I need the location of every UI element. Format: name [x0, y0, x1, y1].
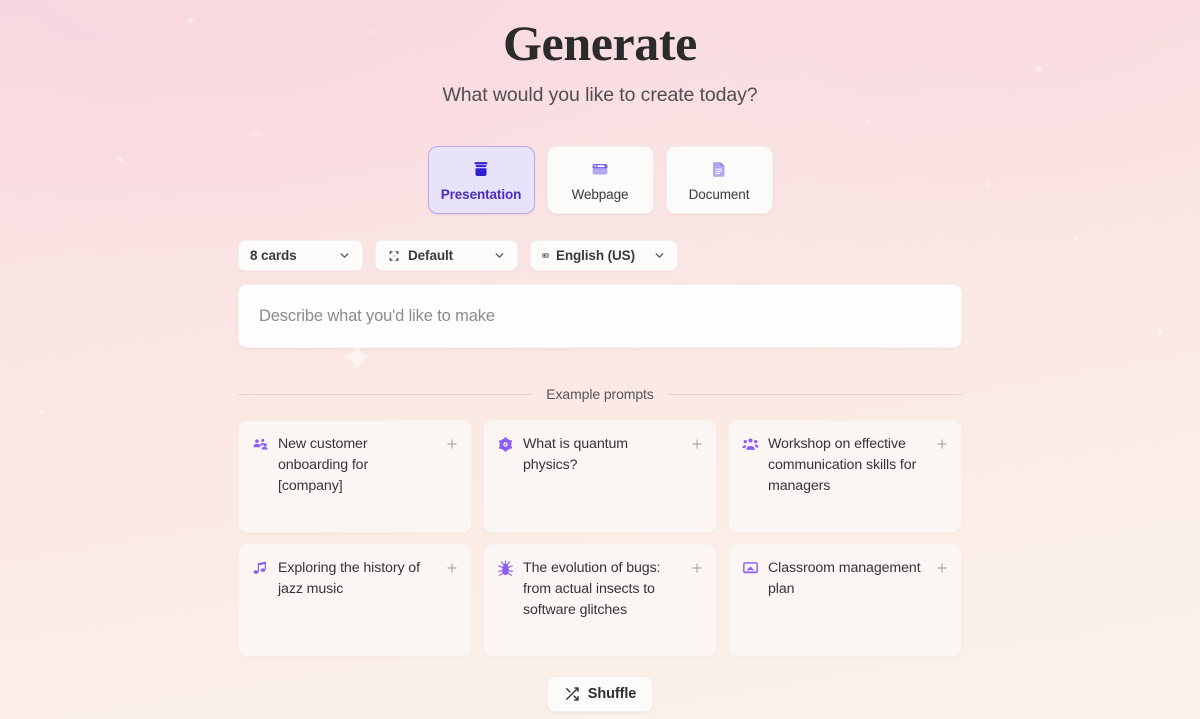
shuffle-icon [565, 687, 579, 701]
format-option-document[interactable]: Document [665, 146, 773, 214]
chevron-down-icon [495, 253, 504, 258]
language-dropdown[interactable]: English (US) [530, 240, 678, 271]
format-selector: Presentation Webpage Document [427, 146, 773, 214]
example-prompt-text: The evolution of bugs: from actual insec… [523, 560, 661, 618]
sparkle-decoration [40, 410, 44, 414]
theme-value: Default [408, 248, 454, 263]
bug-icon [497, 560, 514, 577]
shuffle-row: Shuffle [238, 676, 962, 712]
prompt-input[interactable]: Describe what you'd like to make [238, 284, 962, 348]
example-prompt-text: What is quantum physics? [523, 436, 628, 473]
add-prompt-icon[interactable] [690, 437, 704, 451]
example-prompt-card[interactable]: Exploring the history of jazz music [238, 544, 472, 657]
music-note-icon [252, 560, 269, 577]
page-subtitle: What would you like to create today? [442, 84, 758, 106]
format-option-label: Webpage [571, 187, 629, 202]
prompt-placeholder: Describe what you'd like to make [259, 306, 495, 325]
page-title: Generate [503, 15, 697, 71]
sparkle-decoration [188, 18, 193, 23]
example-prompt-text: Exploring the history of jazz music [278, 560, 420, 597]
sparkle-decoration [1074, 236, 1078, 240]
shuffle-label: Shuffle [587, 686, 637, 702]
divider-line-left [238, 393, 533, 395]
add-prompt-icon[interactable] [935, 561, 949, 575]
card-count-value: 8 cards [250, 248, 297, 263]
users-group-icon [742, 436, 759, 453]
presentation-screen-icon [742, 560, 759, 577]
sparkle-decoration [1158, 330, 1163, 335]
options-bar: 8 cards Default English (US) [238, 240, 962, 271]
example-prompt-text: Classroom management plan [768, 560, 921, 597]
theme-brackets-icon [389, 250, 399, 261]
sparkle-decoration [118, 157, 123, 162]
example-prompt-card[interactable]: Workshop on effective communication skil… [728, 420, 962, 533]
add-prompt-icon[interactable] [690, 561, 704, 575]
add-prompt-icon[interactable] [445, 561, 459, 575]
format-option-webpage[interactable]: Webpage [546, 146, 654, 214]
users-group-icon [252, 436, 269, 453]
format-option-label: Document [688, 187, 750, 202]
presentation-icon [470, 158, 492, 180]
example-prompt-card[interactable]: New customer onboarding for [company] [238, 420, 472, 533]
add-prompt-icon[interactable] [935, 437, 949, 451]
language-value: English (US) [555, 248, 635, 263]
example-prompt-card[interactable]: Classroom management plan [728, 544, 962, 657]
add-prompt-icon[interactable] [445, 437, 459, 451]
example-prompt-card[interactable]: The evolution of bugs: from actual insec… [483, 544, 717, 657]
example-prompts-grid-row2: Exploring the history of jazz music The … [238, 544, 962, 657]
sparkle-decoration [1036, 66, 1042, 72]
example-prompt-text: New customer onboarding for [company] [278, 436, 369, 494]
generate-page: Generate What would you like to create t… [0, 0, 1200, 719]
format-option-presentation[interactable]: Presentation [427, 146, 535, 214]
document-icon [708, 158, 730, 180]
sparkle-decoration [370, 30, 374, 34]
example-prompt-card[interactable]: What is quantum physics? [483, 420, 717, 533]
translate-icon [542, 253, 549, 258]
example-prompt-text: Workshop on effective communication skil… [768, 436, 917, 494]
shuffle-button[interactable]: Shuffle [546, 676, 654, 712]
chevron-down-icon [340, 253, 349, 258]
card-count-dropdown[interactable]: 8 cards [238, 240, 363, 271]
format-option-label: Presentation [440, 187, 522, 202]
divider-line-right [667, 393, 962, 395]
divider-label: Example prompts [546, 386, 654, 402]
chevron-down-icon [655, 253, 664, 258]
browser-window-icon [589, 158, 611, 180]
sparkle-star-icon [248, 126, 264, 142]
sparkle-decoration [866, 120, 870, 124]
sparkle-star-icon [982, 178, 995, 191]
example-prompts-divider: Example prompts [238, 386, 962, 402]
theme-dropdown[interactable]: Default [375, 240, 518, 271]
atom-icon [497, 436, 514, 453]
example-prompts-grid-row1: New customer onboarding for [company] Wh… [238, 420, 962, 533]
